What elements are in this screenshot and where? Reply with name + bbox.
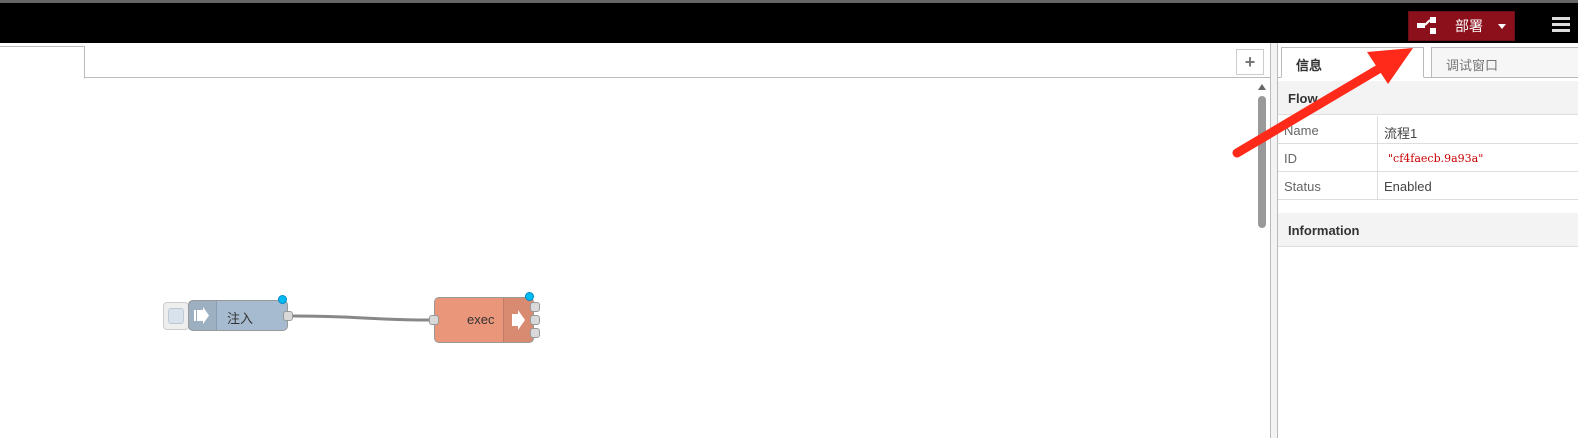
arrow-right-icon — [189, 301, 217, 330]
inject-node-label: 注入 — [227, 311, 254, 326]
tab-debug[interactable]: 调试窗口 — [1431, 47, 1578, 78]
information-section-header[interactable]: Information — [1278, 213, 1578, 247]
exec-node[interactable]: exec — [434, 297, 534, 343]
exec-output-port-1[interactable] — [530, 302, 540, 312]
inject-output-port[interactable] — [283, 311, 293, 321]
prop-row-name: Name 流程1 — [1278, 116, 1578, 144]
scroll-thumb[interactable] — [1258, 96, 1266, 228]
sidebar: 信息 调试窗口 Flow Name 流程1 ID "cf4faecb.9a93a… — [1278, 43, 1578, 438]
sidebar-separator[interactable] — [1270, 43, 1278, 438]
tab-info[interactable]: 信息 — [1281, 47, 1424, 78]
wire — [291, 314, 431, 322]
deploy-label: 部署 — [1455, 18, 1483, 34]
exec-output-port-2[interactable] — [530, 315, 540, 325]
chevron-down-icon[interactable] — [1498, 24, 1506, 29]
hamburger-icon[interactable] — [1552, 17, 1570, 33]
exec-input-port[interactable] — [429, 315, 439, 325]
deploy-button[interactable]: 部署 — [1408, 11, 1515, 41]
inject-trigger-button[interactable] — [163, 302, 189, 330]
wire-canvas — [291, 314, 431, 322]
exec-output-port-3[interactable] — [530, 328, 540, 338]
inject-node[interactable]: 注入 — [188, 300, 288, 331]
scroll-up-icon[interactable] — [1258, 84, 1266, 90]
arrow-right-icon — [503, 298, 533, 342]
prop-row-status: Status Enabled — [1278, 172, 1578, 200]
sidebar-tabs: 信息 调试窗口 — [1278, 43, 1578, 78]
changed-indicator — [278, 295, 287, 304]
prop-row-id: ID "cf4faecb.9a93a" — [1278, 144, 1578, 172]
changed-indicator — [525, 292, 534, 301]
flow-section-header[interactable]: Flow — [1278, 81, 1578, 115]
canvas-scrollbar[interactable] — [1257, 84, 1267, 438]
deploy-icon — [1409, 12, 1441, 40]
exec-node-label: exec — [467, 312, 495, 327]
